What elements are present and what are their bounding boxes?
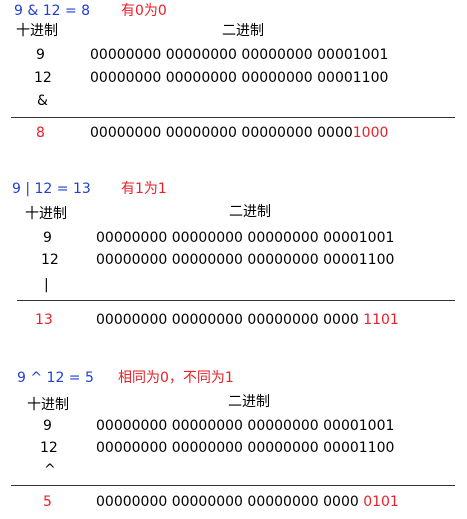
xor-result-binary-prefix: 00000000 00000000 00000000 0000 (96, 494, 364, 510)
and-row1-binary: 00000000 00000000 00000000 00001001 (90, 47, 389, 63)
and-decimal-header: 十进制 (16, 23, 58, 39)
and-rule: 有0为0 (121, 3, 167, 19)
or-title: 9 | 12 = 13 (12, 181, 91, 197)
or-divider (17, 300, 455, 301)
or-rule: 有1为1 (121, 181, 167, 197)
xor-result-decimal: 5 (43, 494, 52, 510)
or-row2-binary: 00000000 00000000 00000000 00001100 (96, 252, 395, 268)
and-divider (11, 117, 455, 118)
and-result-binary-suffix: 1000 (352, 125, 389, 141)
xor-result-binary-suffix: 0101 (363, 494, 399, 510)
and-result-binary: 00000000 00000000 00000000 00001000 (90, 126, 388, 140)
or-binary-header: 二进制 (229, 204, 271, 220)
xor-rule: 相同为0，不同为1 (118, 370, 234, 386)
or-result-binary: 00000000 00000000 00000000 0000 1101 (96, 313, 399, 327)
xor-row2-binary: 00000000 00000000 00000000 00001100 (96, 440, 395, 456)
and-row2-decimal: 12 (34, 70, 52, 86)
or-operator: | (44, 277, 49, 293)
and-row1-decimal: 9 (36, 47, 45, 63)
and-row2-binary: 00000000 00000000 00000000 00001100 (90, 70, 389, 86)
or-decimal-header: 十进制 (25, 206, 67, 222)
or-result-decimal: 13 (35, 312, 53, 328)
and-result-decimal: 8 (36, 125, 45, 141)
and-title: 9 & 12 = 8 (14, 3, 91, 19)
xor-result-binary: 00000000 00000000 00000000 0000 0101 (96, 495, 399, 509)
xor-row2-decimal: 12 (40, 440, 58, 456)
xor-row1-decimal: 9 (43, 418, 52, 434)
xor-divider (11, 485, 455, 486)
or-row2-decimal: 12 (41, 252, 59, 268)
xor-row1-binary: 00000000 00000000 00000000 00001001 (96, 418, 395, 434)
or-result-binary-prefix: 00000000 00000000 00000000 0000 (96, 312, 364, 328)
or-result-binary-suffix: 1101 (363, 312, 399, 328)
and-operator: & (37, 93, 48, 109)
and-binary-header: 二进制 (222, 23, 264, 39)
or-row1-binary: 00000000 00000000 00000000 00001001 (96, 230, 395, 246)
xor-title: 9 ^ 12 = 5 (17, 370, 94, 386)
xor-decimal-header: 十进制 (27, 397, 69, 413)
and-result-binary-prefix: 00000000 00000000 00000000 0000 (90, 125, 353, 141)
xor-operator: ^ (44, 462, 56, 478)
or-row1-decimal: 9 (43, 230, 52, 246)
xor-binary-header: 二进制 (228, 394, 270, 410)
